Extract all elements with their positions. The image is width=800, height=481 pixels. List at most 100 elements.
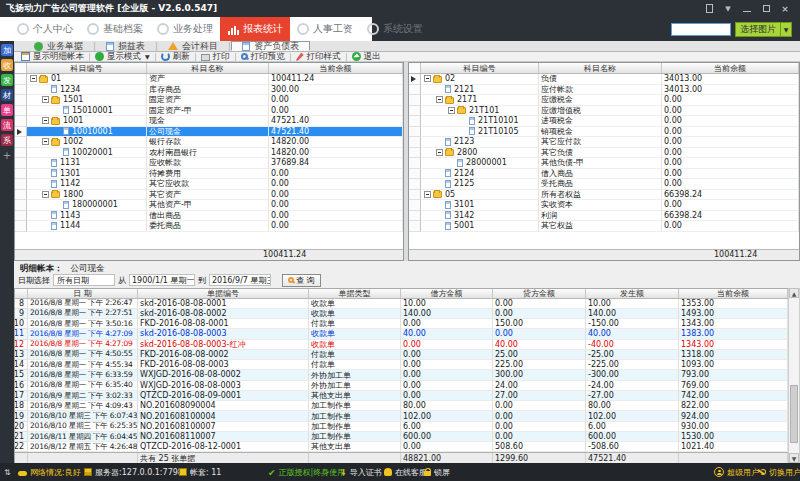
account-row[interactable]: 2171应缴税金0.00 (409, 95, 799, 106)
account-row[interactable]: 3142利润66398.24 (409, 211, 799, 222)
account-row[interactable]: 1501固定资产0.00 (15, 95, 403, 106)
account-row[interactable]: 1143借出商品0.00 (15, 211, 403, 222)
nav-item-个人中心[interactable]: 个人中心 (10, 17, 80, 41)
account-row[interactable]: 5001其它权益0.00 (409, 221, 799, 232)
ledger-row[interactable]: 162016/8/8 星期一 下午 6:35:40WXJGD-2016-08-0… (15, 381, 788, 391)
status-超级用户[interactable]: 超级用户 (714, 463, 759, 481)
date-mode-select[interactable]: 所有日期 (53, 274, 115, 286)
toolbar-button-刷新[interactable]: 刷新 (157, 51, 194, 63)
ledger-row[interactable]: 142016/8/8 星期一 下午 4:55:34FKD-2016-08-08-… (15, 360, 788, 370)
status-切换用户[interactable]: 切换用户 (756, 463, 800, 481)
account-row[interactable]: 28000001其他负债-甲0.00 (409, 158, 799, 169)
ledger-row[interactable]: 182016/8/9 星期二 下午 4:09:43NO.201608090004… (15, 401, 788, 411)
ledger-row[interactable]: 172016/8/9 星期二 下午 3:02:33QTZCD-2016-08-0… (15, 391, 788, 401)
account-row[interactable]: 2125受托商品0.00 (409, 179, 799, 190)
minimize-icon[interactable] (742, 4, 752, 13)
expander-icon[interactable] (424, 191, 431, 198)
account-row[interactable]: 1131应收帐款37689.84 (15, 158, 403, 169)
account-row[interactable]: 02负债34013.00 (409, 74, 799, 85)
ledger-row[interactable]: 112016/8/8 星期一 下午 4:27:09skd-2016-08-08-… (15, 329, 788, 339)
ledger-row[interactable]: 192016/8/10 星期三 下午 6:07:43NO.20160810000… (15, 411, 788, 421)
ledger-row[interactable]: 152016/8/8 星期一 下午 6:33:59WXJGD-2016-08-0… (15, 370, 788, 380)
date-from-input[interactable]: 1900/1/1 星期一 (129, 274, 195, 286)
expander-icon[interactable] (436, 96, 443, 103)
expander-icon[interactable] (42, 138, 49, 145)
account-row[interactable]: 15010001固定资产-甲0.00 (15, 106, 403, 117)
nav-item-业务处理[interactable]: 业务处理 (150, 17, 220, 41)
side-button-流[interactable]: 流 (1, 119, 13, 131)
account-row[interactable]: 1002银行存款14820.00 (15, 137, 403, 148)
account-row[interactable]: 2124借入商品0.00 (409, 169, 799, 180)
account-row[interactable]: 1001现金47521.40 (15, 116, 403, 127)
scroll-up-icon[interactable]: ▲ (789, 288, 799, 298)
nav-item-报表统计[interactable]: 报表统计 (220, 17, 290, 41)
account-row[interactable]: 2800其它负债0.00 (409, 148, 799, 159)
expander-icon[interactable] (30, 75, 37, 82)
scroll-thumb[interactable] (790, 385, 798, 443)
expander-icon[interactable] (436, 149, 443, 156)
chevron-down-icon[interactable]: ▼ (723, 4, 733, 13)
status-服务器:127.0.0.1:7798[interactable]: 服务器:127.0.0.1:7798 (84, 463, 183, 481)
side-button-单[interactable]: 单 (1, 104, 13, 116)
side-button-发[interactable]: 发 (1, 74, 13, 86)
tab-业务单据[interactable]: 业务单据 (24, 41, 93, 51)
status-网络情况:良好[interactable]: 网络情况:良好 (18, 463, 81, 481)
expander-icon[interactable] (424, 75, 431, 82)
account-row[interactable]: 180000001其他资产-甲0.00 (15, 200, 403, 211)
account-row[interactable]: 2121应付帐款34013.00 (409, 85, 799, 96)
side-button-材[interactable]: 材 (1, 89, 13, 101)
account-row[interactable]: 2123其它应付款0.00 (409, 137, 799, 148)
tab-资产负债表[interactable]: 资产负债表 (231, 41, 310, 51)
toolbar-button-退出[interactable]: 退出 (348, 51, 385, 63)
detail-scrollbar[interactable]: ▲ ▼ (788, 288, 800, 463)
ledger-row[interactable]: 222016/8/12 星期五 下午 4:26:48QTZCD-2016-08-… (15, 442, 788, 452)
status-导入证书[interactable]: ↓导入证书 (340, 463, 382, 481)
nav-item-基础档案[interactable]: 基础档案 (80, 17, 150, 41)
account-row[interactable]: 05所有者权益66398.24 (409, 190, 799, 201)
date-to-input[interactable]: 2016/9/7 星期三 (209, 274, 271, 286)
account-row[interactable]: 21T101应缴增值税0.00 (409, 106, 799, 117)
status-在线客服[interactable]: 在线客服 (384, 463, 427, 481)
account-row[interactable]: 01资产100411.24 (15, 74, 403, 85)
account-row[interactable]: 21T10101进项税金0.00 (409, 116, 799, 127)
tab-会计科目[interactable]: 会计科目 (158, 41, 228, 51)
account-row[interactable]: 10020001农村南昌银行14820.00 (15, 148, 403, 159)
restore-icon[interactable] (761, 4, 771, 13)
expander-icon[interactable] (42, 117, 49, 124)
toolbar-button-显示模式[interactable]: 显示模式▼ (91, 51, 154, 63)
select-image-dropdown[interactable]: ▼ (781, 22, 792, 37)
account-row[interactable]: 10010001公司现金47521.40 (15, 127, 403, 138)
toolbar-button-显示明细帐本[interactable]: 显示明细帐本 (17, 51, 88, 63)
ledger-row[interactable]: 122016/8/8 星期一 下午 4:27:09skd-2016-08-08-… (15, 340, 788, 350)
toolbar-button-打印预览[interactable]: 打印预览 (237, 51, 289, 63)
account-row[interactable]: 3101实收资本0.00 (409, 200, 799, 211)
account-row[interactable]: 1301待摊费用0.00 (15, 169, 403, 180)
image-search-input[interactable] (671, 23, 731, 36)
ledger-row[interactable]: 102016/8/8 星期一 下午 3:50:16FKD-2016-08-08-… (15, 319, 788, 329)
side-button-+[interactable]: + (1, 149, 13, 161)
account-row[interactable]: 21T10105销项税金0.00 (409, 127, 799, 138)
select-image-button[interactable]: 选择图片 (735, 22, 781, 37)
account-row[interactable]: 1234库存商品300.00 (15, 85, 403, 96)
toolbar-button-打印样式[interactable]: 打印样式 (292, 51, 345, 63)
expander-icon[interactable] (42, 96, 49, 103)
account-row[interactable]: 1142其它应收款0.00 (15, 179, 403, 190)
query-button[interactable]: 查 询 (282, 274, 321, 287)
scroll-down-icon[interactable]: ▼ (789, 453, 799, 463)
account-row[interactable]: 1144委托商品0.00 (15, 221, 403, 232)
ledger-row[interactable]: 202016/8/10 星期三 下午 6:25:35NO.20160810000… (15, 422, 788, 432)
ledger-row[interactable]: 212016/8/11 星期四 下午 6:04:45NO.20160811000… (15, 432, 788, 442)
status-锁屏[interactable]: 锁屏 (424, 463, 450, 481)
side-button-系[interactable]: 系 (1, 134, 13, 146)
status-帐套: 11[interactable]: 帐套: 11 (179, 463, 221, 481)
status-正版授权|终身使用[interactable]: ✔正版授权|终身使用 (268, 463, 345, 481)
ledger-row[interactable]: 92016/8/8 星期一 下午 2:27:51skd-2016-08-08-0… (15, 309, 788, 319)
toolbar-button-打印[interactable]: 打印 (197, 51, 234, 63)
account-row[interactable]: 1800其它资产0.00 (15, 190, 403, 201)
close-icon[interactable]: × (780, 4, 790, 13)
nav-item-人事工资[interactable]: 人事工资 (290, 17, 360, 41)
expander-icon[interactable] (448, 107, 455, 114)
ledger-row[interactable]: 82016/8/8 星期一 下午 2:26:47skd-2016-08-08-0… (15, 299, 788, 309)
ledger-row[interactable]: 132016/8/8 星期一 下午 4:50:55FKD-2016-08-08-… (15, 350, 788, 360)
tab-损益表[interactable]: 损益表 (96, 41, 155, 51)
